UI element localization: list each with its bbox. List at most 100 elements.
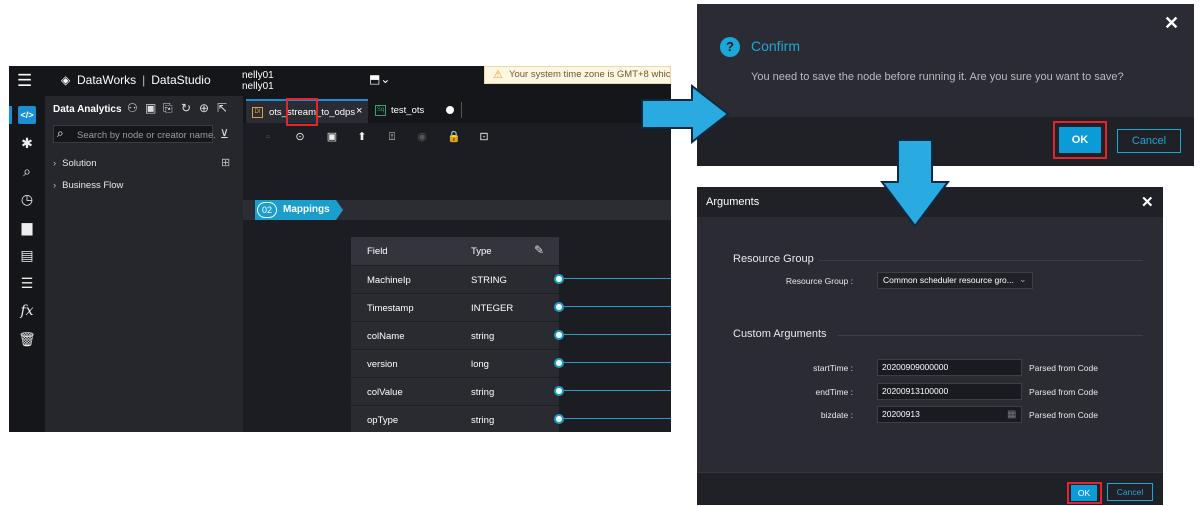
parsed-note: Parsed from Code [1029, 363, 1098, 373]
dialog-title: Arguments [706, 196, 760, 208]
unsaved-dot-icon [446, 106, 454, 114]
find-icon[interactable]: ▣ [145, 101, 156, 115]
arrow-right-icon [641, 84, 730, 144]
active-indicator [9, 106, 12, 124]
chevron-right-icon: › [53, 180, 57, 191]
search-icon: ⌕ [57, 126, 64, 140]
brand-app: DataStudio [151, 73, 211, 87]
grid-icon[interactable]: ⊞ [221, 156, 230, 169]
connector-line [564, 306, 671, 307]
submit-icon[interactable]: ⬆ [355, 130, 369, 144]
connector [351, 405, 671, 432]
start-time-label: startTime : [813, 363, 853, 373]
function-icon[interactable]: fx [18, 302, 36, 320]
trash-icon[interactable]: 🗑 [18, 330, 36, 348]
connector-line [564, 334, 671, 335]
connector-line [564, 418, 671, 419]
dialog-title: Confirm [751, 38, 801, 54]
section-title-resource-group: Resource Group [733, 253, 814, 265]
connector-dot[interactable] [554, 414, 564, 424]
section-divider [837, 335, 1143, 336]
close-icon[interactable]: ✕ [1141, 193, 1154, 211]
search-placeholder: Search by node or creator name. [77, 130, 216, 141]
run-icon[interactable]: ⊙ [293, 130, 307, 144]
section-divider [819, 260, 1143, 261]
connector-dot[interactable] [554, 386, 564, 396]
sql-node-icon: Sq [375, 105, 386, 116]
run-highlight-box [286, 98, 318, 126]
brand-title: DataWorks | DataStudio [77, 73, 211, 87]
left-icon-bar: </> ✱ ⌕ ◷ ▆ ▤ ☰ fx 🗑 [9, 96, 45, 432]
user-icon[interactable]: ⚇ [127, 101, 138, 115]
step-number: 02 [257, 202, 277, 218]
timezone-banner: Your system time zone is GMT+8 which [484, 66, 671, 84]
run-with-arguments-icon[interactable]: ▣ [325, 130, 339, 144]
sidebar-item-label: Solution [62, 158, 97, 169]
end-time-input[interactable]: 20200913100000 [877, 383, 1022, 400]
locate-icon[interactable]: ⊕ [199, 101, 209, 115]
stop-icon[interactable]: ◉ [415, 130, 429, 144]
bookmark-icon[interactable]: ⬒⌄ [369, 72, 390, 86]
cancel-button[interactable]: Cancel [1117, 129, 1181, 153]
connector-dot[interactable] [554, 302, 564, 312]
cancel-button[interactable]: Cancel [1107, 483, 1153, 501]
sidebar: Data Analytics ⚇ ▣ ⎘ ↻ ⊕ ⇱ ⌕ Search by n… [45, 96, 243, 432]
node-toolbar: ▫ ⊙ ▣ ⬆ ⍐ ◉ 🔒 ⊡ [243, 123, 671, 151]
editor-area: DI ots_stream_to_odps × Sq test_ots ▫ ⊙ … [243, 96, 671, 432]
mappings-label: Mappings [283, 204, 330, 215]
connector-dot[interactable] [554, 274, 564, 284]
chevron-right-icon: › [53, 158, 57, 169]
puzzle-icon[interactable]: ✱ [18, 134, 36, 152]
lock-icon[interactable]: 🔒 [447, 130, 461, 144]
connector-dot[interactable] [554, 358, 564, 368]
connector-line [564, 278, 671, 279]
search-nav-icon[interactable]: ⌕ [18, 162, 36, 180]
dataworks-window: ☰ ◈ DataWorks | DataStudio nelly01 nelly01… [9, 66, 671, 432]
import-icon[interactable]: ⇱ [217, 101, 227, 115]
user-account[interactable]: nelly01 [242, 81, 274, 92]
dialog-message: You need to save the node before running… [751, 71, 1124, 83]
ok-button[interactable]: OK [1071, 485, 1097, 501]
menu-icon[interactable]: ☰ [17, 72, 33, 90]
new-file-icon[interactable]: ⎘ [163, 101, 173, 116]
bizdate-input[interactable]: 20200913 [877, 406, 1022, 423]
start-time-input[interactable]: 20200909000000 [877, 359, 1022, 376]
sidebar-item-solution[interactable]: › Solution [53, 158, 97, 169]
end-time-label: endTime : [815, 387, 853, 397]
connector [351, 349, 671, 377]
save-icon[interactable]: ▫ [261, 130, 275, 144]
refresh-icon[interactable]: ↻ [181, 101, 191, 115]
connector-dot[interactable] [554, 330, 564, 340]
brand-name: DataWorks [77, 73, 137, 87]
code-icon[interactable]: </> [18, 106, 36, 124]
di-node-icon: DI [252, 107, 263, 118]
calendar-icon[interactable]: ▦ [1007, 409, 1016, 420]
filter-icon[interactable]: ⊻ [220, 127, 229, 141]
parsed-note: Parsed from Code [1029, 387, 1098, 397]
close-tab-icon[interactable]: × [356, 105, 362, 117]
sidebar-title: Data Analytics [53, 104, 122, 115]
list-icon[interactable]: ☰ [18, 274, 36, 292]
warning-icon: ⚠ [493, 69, 503, 81]
user-name[interactable]: nelly01 [242, 70, 274, 81]
history-icon[interactable]: ◷ [18, 190, 36, 208]
ok-button[interactable]: OK [1059, 127, 1101, 153]
tab-divider [461, 102, 462, 118]
sidebar-item-label: Business Flow [62, 180, 124, 191]
submit-deploy-icon[interactable]: ⍐ [385, 130, 399, 144]
code-view-icon[interactable]: ⊡ [477, 130, 491, 144]
arguments-dialog: Arguments ✕ Resource Group Resource Grou… [697, 187, 1163, 505]
tab-test-ots[interactable]: test_ots [391, 105, 424, 116]
close-icon[interactable]: ✕ [1164, 13, 1179, 34]
dataworks-logo-icon: ◈ [61, 73, 71, 87]
resource-group-select[interactable]: Common scheduler resource gro... [877, 272, 1033, 289]
section-title-custom-arguments: Custom Arguments [733, 328, 827, 340]
bizdate-label: bizdate : [820, 410, 853, 420]
chevron-down-icon: ⌄ [1019, 274, 1027, 284]
connector [351, 377, 671, 405]
table-icon[interactable]: ▤ [18, 246, 36, 264]
resource-group-label: Resource Group : [785, 276, 853, 286]
sidebar-item-business-flow[interactable]: › Business Flow [53, 180, 123, 191]
parsed-note: Parsed from Code [1029, 410, 1098, 420]
briefcase-icon[interactable]: ▆ [18, 218, 36, 236]
